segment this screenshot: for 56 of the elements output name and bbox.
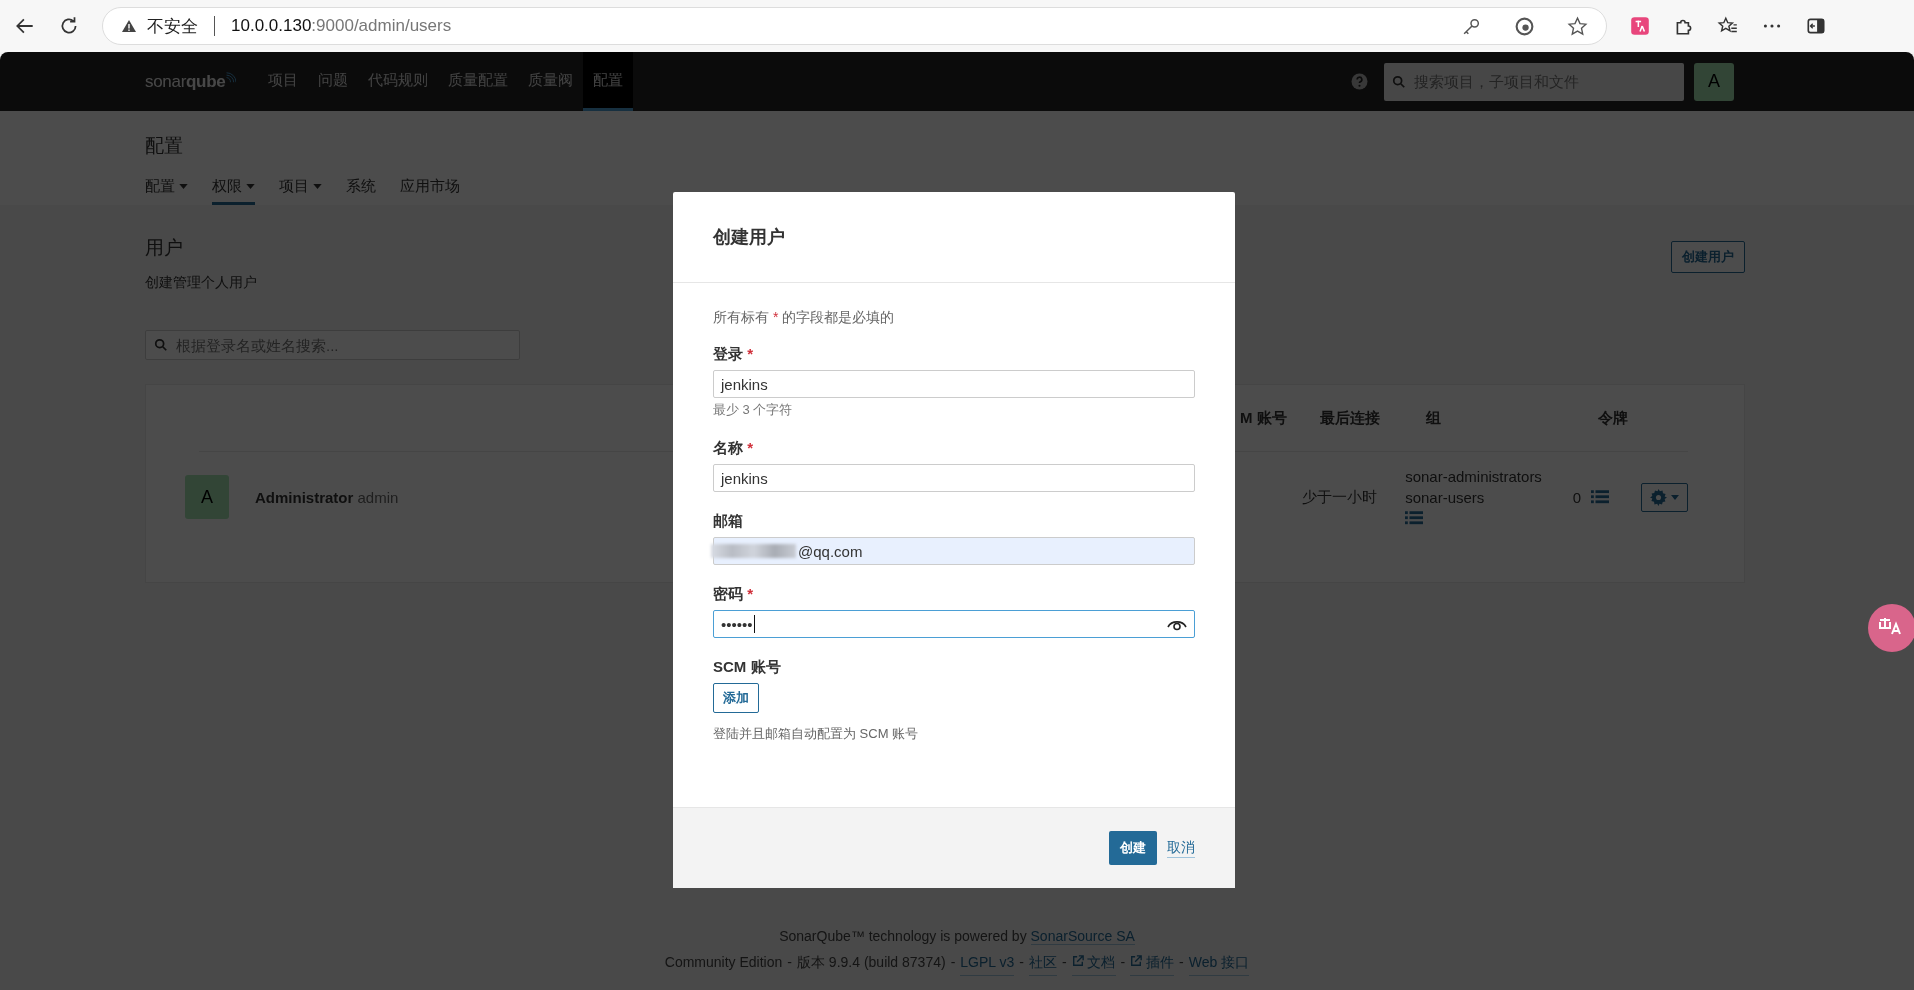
external-link-icon	[1071, 955, 1084, 967]
add-button[interactable]: 添加	[713, 683, 759, 713]
footer-link[interactable]: LGPL v3	[960, 949, 1015, 976]
footer-link[interactable]: SonarSource SA	[1030, 928, 1135, 945]
token-count: 0	[1572, 488, 1582, 506]
create-user-button[interactable]: 创建用户	[1671, 241, 1745, 273]
field-label: 名称 *	[713, 439, 754, 458]
caret-icon	[1671, 494, 1679, 500]
warning-icon[interactable]	[121, 18, 137, 34]
create-button[interactable]: 创建	[1109, 831, 1157, 865]
separator: -	[1019, 953, 1024, 972]
field-label: 登录 *	[713, 345, 754, 364]
search-icon	[154, 338, 168, 352]
password-field[interactable]: ••••••	[713, 610, 1195, 638]
menu-tab[interactable]: 应用市场	[400, 177, 460, 205]
gear-icon	[1650, 488, 1667, 506]
page-title: 配置	[145, 134, 184, 158]
menu-tab[interactable]: 权限	[212, 177, 255, 205]
field-hint: 最少 3 个字符	[713, 401, 794, 419]
text-field[interactable]: jenkins	[713, 370, 1195, 398]
footer-link[interactable]: 插件	[1130, 949, 1175, 976]
column-header: 组	[1426, 408, 1442, 428]
search-icon	[1392, 74, 1406, 89]
text-field[interactable]: jenkins	[713, 464, 1195, 492]
group-name: sonar-users	[1405, 489, 1485, 506]
security-label: 不安全	[147, 15, 198, 38]
column-header: M 账号	[1240, 408, 1288, 428]
field-label: 邮箱	[713, 512, 744, 531]
group-name: sonar-administrators	[1405, 468, 1542, 485]
field-label: SCM 账号	[713, 658, 782, 677]
translate-icon[interactable]	[1866, 604, 1914, 652]
star-icon[interactable]	[1567, 15, 1588, 37]
column-header: 最后连接	[1320, 408, 1381, 428]
external-link-icon	[1130, 955, 1143, 967]
dialog-title: 创建用户	[713, 226, 785, 249]
separator: -	[787, 953, 792, 972]
help-text: 登陆并且邮箱自动配置为 SCM 账号	[713, 725, 920, 743]
footer-link[interactable]: 社区	[1028, 949, 1057, 976]
section-title: 用户	[145, 236, 184, 260]
separator: -	[950, 953, 956, 972]
column-header: 令牌	[1598, 408, 1629, 428]
url-text: 10.0.0.130:9000/admin/users	[231, 16, 452, 36]
field-label: 密码 *	[713, 585, 754, 604]
menu-tab[interactable]: 项目	[279, 177, 322, 205]
user-avatar[interactable]: A	[1694, 62, 1734, 101]
translate-extension-icon[interactable]	[1629, 15, 1651, 37]
required-note: 所有标有 * 的字段都是必填的	[713, 309, 896, 327]
footer-link[interactable]: 文档	[1071, 949, 1116, 976]
user-avatar: A	[185, 475, 229, 519]
address-bar[interactable]: 不安全 10.0.0.130:9000/admin/users	[102, 7, 1607, 45]
separator: -	[1179, 953, 1184, 972]
separator: -	[1061, 953, 1067, 972]
cancel-link[interactable]: 取消	[1167, 838, 1195, 858]
separator: -	[1120, 953, 1126, 972]
menu-tab[interactable]: 系统	[346, 177, 376, 205]
email-field[interactable]: @qq.com	[713, 537, 1195, 565]
